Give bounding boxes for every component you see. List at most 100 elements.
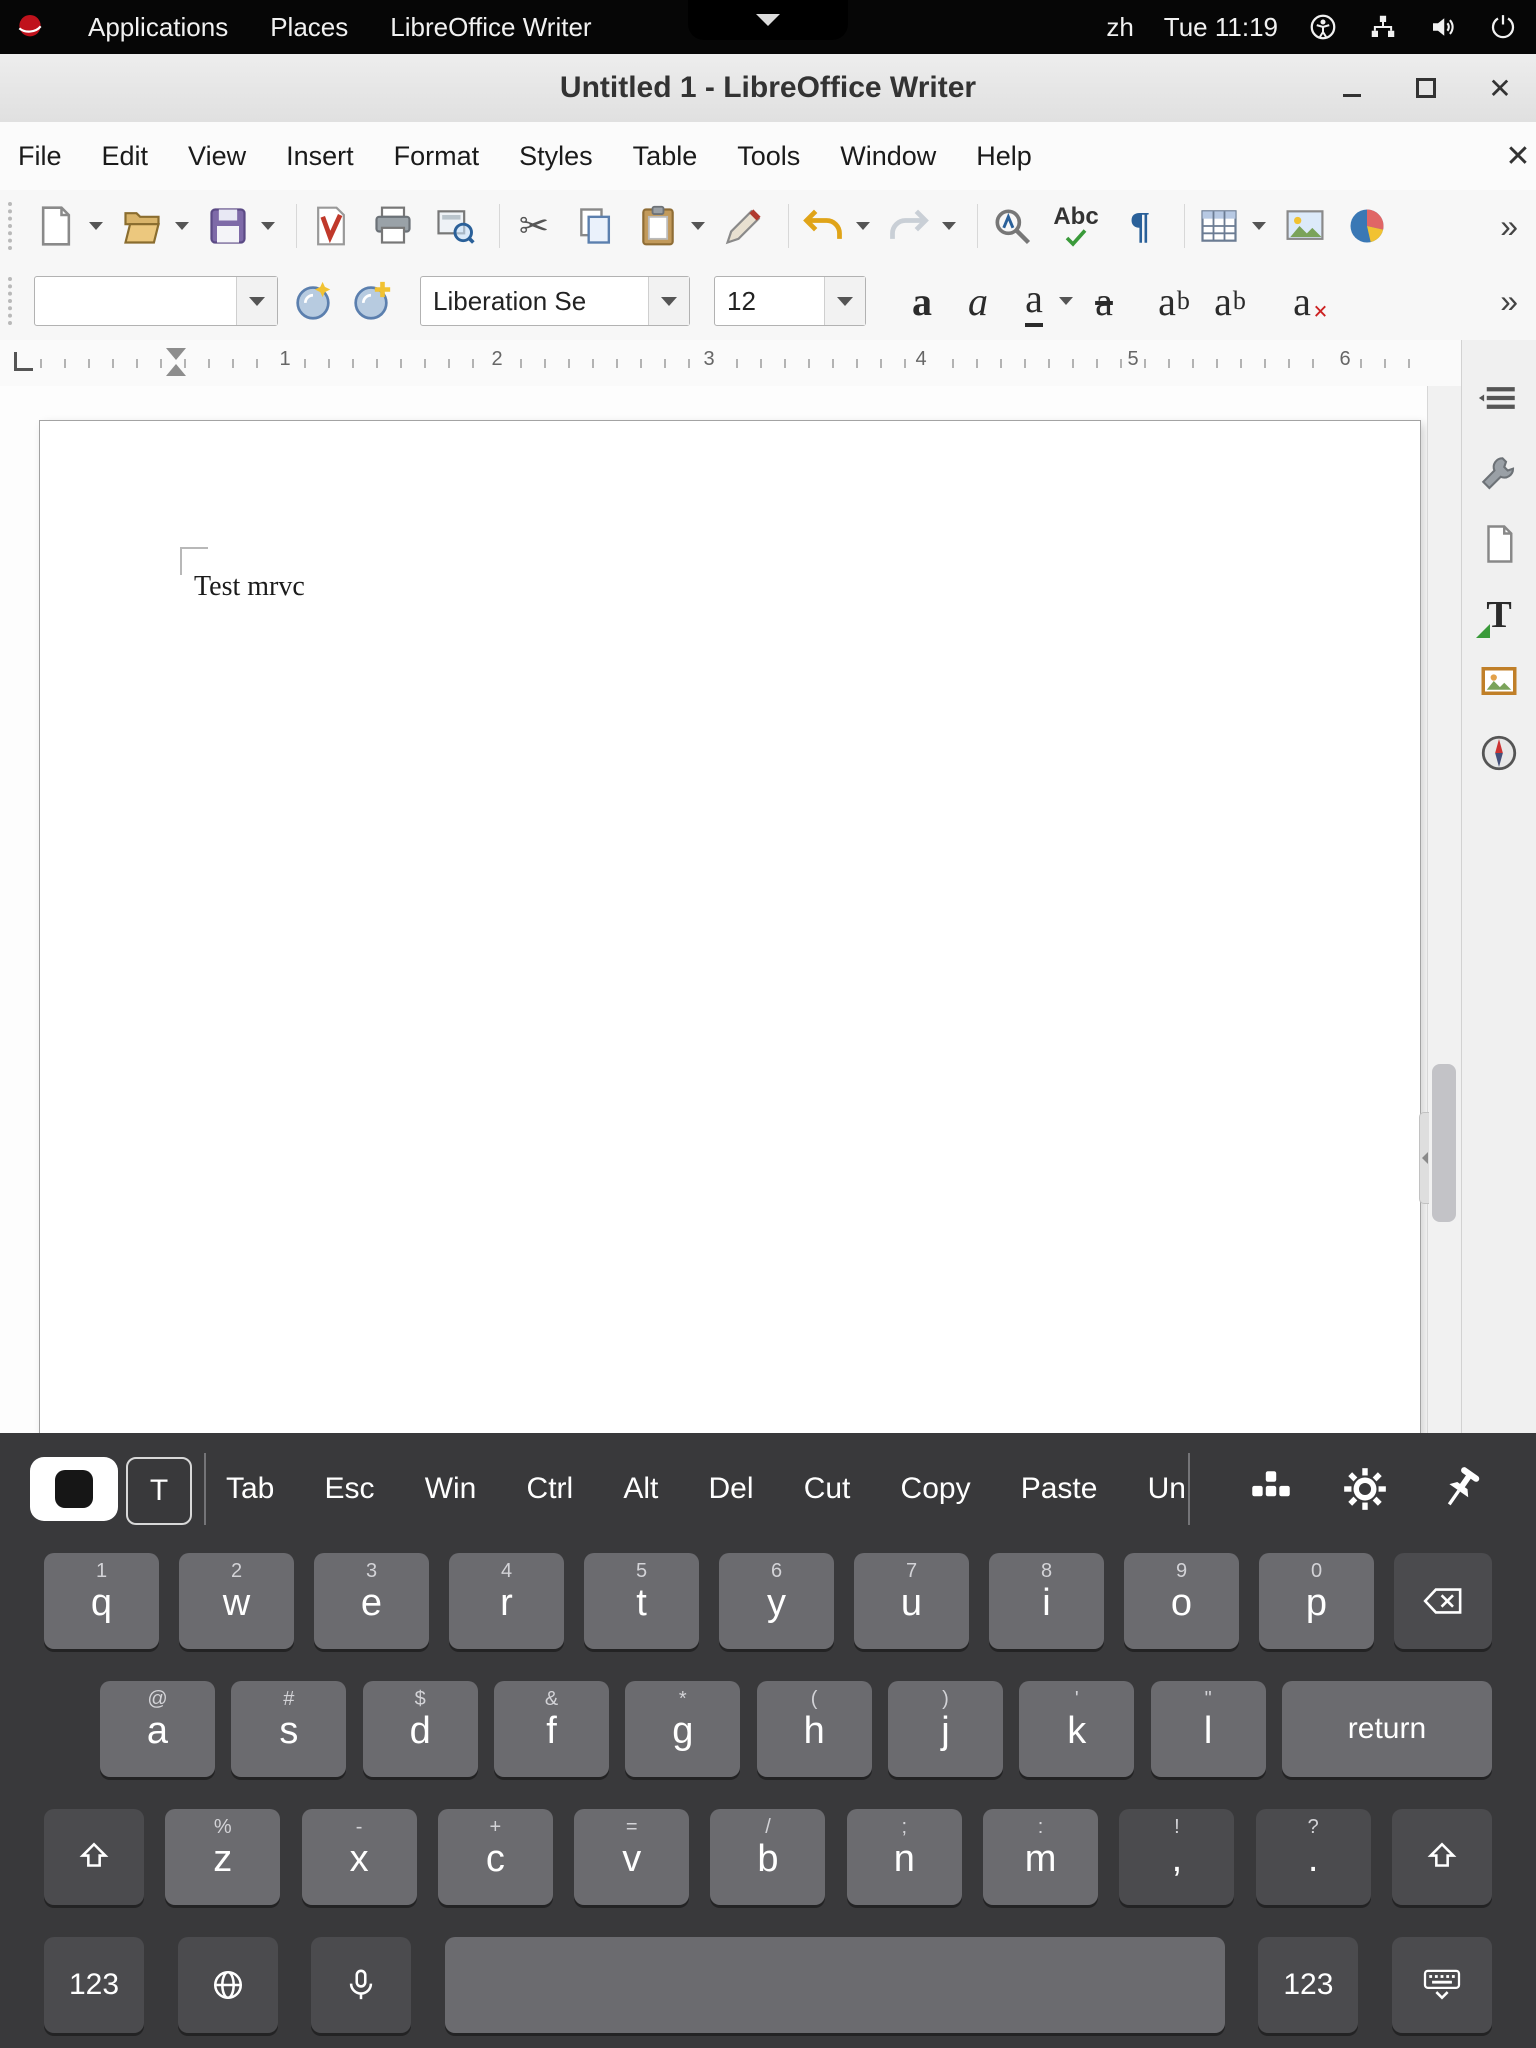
- strikethrough-button[interactable]: a: [1076, 273, 1132, 329]
- insert-image-button[interactable]: [1279, 200, 1331, 252]
- new-style-button[interactable]: [348, 278, 394, 324]
- paste-dropdown[interactable]: [688, 200, 708, 252]
- key-v[interactable]: =v: [574, 1809, 689, 1905]
- key-y[interactable]: 6y: [719, 1553, 834, 1649]
- menu-file[interactable]: File: [18, 141, 62, 172]
- vertical-scrollbar[interactable]: [1427, 386, 1462, 1433]
- document-text[interactable]: Test mrvc: [194, 571, 305, 603]
- paragraph-style-value[interactable]: [35, 277, 236, 325]
- key-undo-truncated[interactable]: Un: [1148, 1472, 1186, 1506]
- keyboard-pin-icon[interactable]: [1431, 1460, 1489, 1518]
- paste-button[interactable]: [632, 200, 684, 252]
- backspace-key[interactable]: [1394, 1553, 1492, 1649]
- left-numbers-key[interactable]: 123: [44, 1937, 144, 2033]
- subscript-button[interactable]: ab: [1202, 273, 1258, 329]
- export-pdf-button[interactable]: [305, 200, 357, 252]
- right-shift-key[interactable]: [1392, 1809, 1492, 1905]
- key-m[interactable]: :m: [983, 1809, 1098, 1905]
- accessibility-icon[interactable]: [1308, 12, 1338, 42]
- save-button[interactable]: [202, 200, 254, 252]
- redo-button[interactable]: [883, 200, 935, 252]
- toolbar-grip[interactable]: [8, 202, 20, 250]
- menu-window[interactable]: Window: [840, 141, 936, 172]
- window-close-button[interactable]: ✕: [1486, 74, 1514, 102]
- toolbar-overflow-button[interactable]: »: [1492, 190, 1526, 262]
- key-a[interactable]: @a: [100, 1681, 215, 1777]
- return-key[interactable]: return: [1282, 1681, 1492, 1777]
- key-ctrl[interactable]: Ctrl: [527, 1472, 574, 1506]
- top-center-drawer[interactable]: [688, 0, 848, 40]
- open-dropdown[interactable]: [172, 200, 192, 252]
- mic-key[interactable]: [311, 1937, 411, 2033]
- window-titlebar[interactable]: Untitled 1 - LibreOffice Writer ✕: [0, 54, 1536, 123]
- key-cut[interactable]: Cut: [804, 1472, 851, 1506]
- power-icon[interactable]: [1488, 12, 1518, 42]
- save-dropdown[interactable]: [258, 200, 278, 252]
- key-comma[interactable]: !,: [1119, 1809, 1234, 1905]
- key-paste[interactable]: Paste: [1021, 1472, 1098, 1506]
- key-del[interactable]: Del: [709, 1472, 754, 1506]
- key-q[interactable]: 1q: [44, 1553, 159, 1649]
- space-key[interactable]: [445, 1937, 1225, 2033]
- clear-formatting-button[interactable]: a×: [1274, 273, 1330, 329]
- keyboard-layout-grid-icon[interactable]: [1242, 1460, 1300, 1518]
- page-deck-button[interactable]: [1475, 520, 1523, 568]
- key-z[interactable]: %z: [165, 1809, 280, 1905]
- superscript-button[interactable]: ab: [1146, 273, 1202, 329]
- open-button[interactable]: [116, 200, 168, 252]
- key-u[interactable]: 7u: [854, 1553, 969, 1649]
- clone-formatting-button[interactable]: [718, 200, 770, 252]
- print-button[interactable]: [367, 200, 419, 252]
- bold-button[interactable]: a: [894, 273, 950, 329]
- network-icon[interactable]: [1368, 12, 1398, 42]
- dismiss-keyboard-key[interactable]: [1392, 1937, 1492, 2033]
- find-replace-button[interactable]: [986, 200, 1038, 252]
- restore-button[interactable]: [1412, 74, 1440, 102]
- key-n[interactable]: ;n: [847, 1809, 962, 1905]
- menu-view[interactable]: View: [188, 141, 246, 172]
- places-menu[interactable]: Places: [270, 12, 348, 43]
- menu-tools[interactable]: Tools: [737, 141, 800, 172]
- minimize-button[interactable]: [1338, 74, 1366, 102]
- print-preview-button[interactable]: [429, 200, 481, 252]
- cut-button[interactable]: ✂: [508, 200, 560, 252]
- key-t[interactable]: 5t: [584, 1553, 699, 1649]
- left-shift-key[interactable]: [44, 1809, 144, 1905]
- key-r[interactable]: 4r: [449, 1553, 564, 1649]
- new-document-button[interactable]: [30, 200, 82, 252]
- key-toggle-t[interactable]: T: [126, 1457, 192, 1525]
- font-name-value[interactable]: Liberation Se: [421, 277, 648, 325]
- applications-menu[interactable]: Applications: [88, 12, 228, 43]
- undo-button[interactable]: [797, 200, 849, 252]
- key-tab[interactable]: Tab: [226, 1472, 274, 1506]
- key-g[interactable]: *g: [625, 1681, 740, 1777]
- key-d[interactable]: $d: [363, 1681, 478, 1777]
- insert-table-button[interactable]: [1193, 200, 1245, 252]
- key-i[interactable]: 8i: [989, 1553, 1104, 1649]
- insert-table-dropdown[interactable]: [1249, 200, 1269, 252]
- document-page[interactable]: Test mrvc: [39, 420, 1421, 1433]
- font-name-dropdown[interactable]: [648, 277, 689, 325]
- new-document-dropdown[interactable]: [86, 200, 106, 252]
- clock[interactable]: Tue 11:19: [1164, 12, 1278, 43]
- key-x[interactable]: -x: [302, 1809, 417, 1905]
- paragraph-style-dropdown[interactable]: [236, 277, 277, 325]
- font-name-combobox[interactable]: Liberation Se: [420, 276, 690, 326]
- globe-key[interactable]: [178, 1937, 278, 2033]
- key-l[interactable]: "l: [1151, 1681, 1266, 1777]
- key-k[interactable]: 'k: [1019, 1681, 1134, 1777]
- sidebar-settings-button[interactable]: [1475, 374, 1523, 422]
- key-o[interactable]: 9o: [1124, 1553, 1239, 1649]
- key-win[interactable]: Win: [425, 1472, 477, 1506]
- menu-table[interactable]: Table: [633, 141, 698, 172]
- key-p[interactable]: 0p: [1259, 1553, 1374, 1649]
- key-s[interactable]: #s: [231, 1681, 346, 1777]
- underline-button[interactable]: a: [1006, 273, 1062, 329]
- key-esc[interactable]: Esc: [325, 1472, 375, 1506]
- key-e[interactable]: 3e: [314, 1553, 429, 1649]
- key-b[interactable]: /b: [710, 1809, 825, 1905]
- font-size-dropdown[interactable]: [824, 277, 865, 325]
- sidebar-hide-handle[interactable]: [1419, 1112, 1429, 1204]
- navigator-deck-button[interactable]: [1475, 729, 1523, 777]
- insert-chart-button[interactable]: [1341, 200, 1393, 252]
